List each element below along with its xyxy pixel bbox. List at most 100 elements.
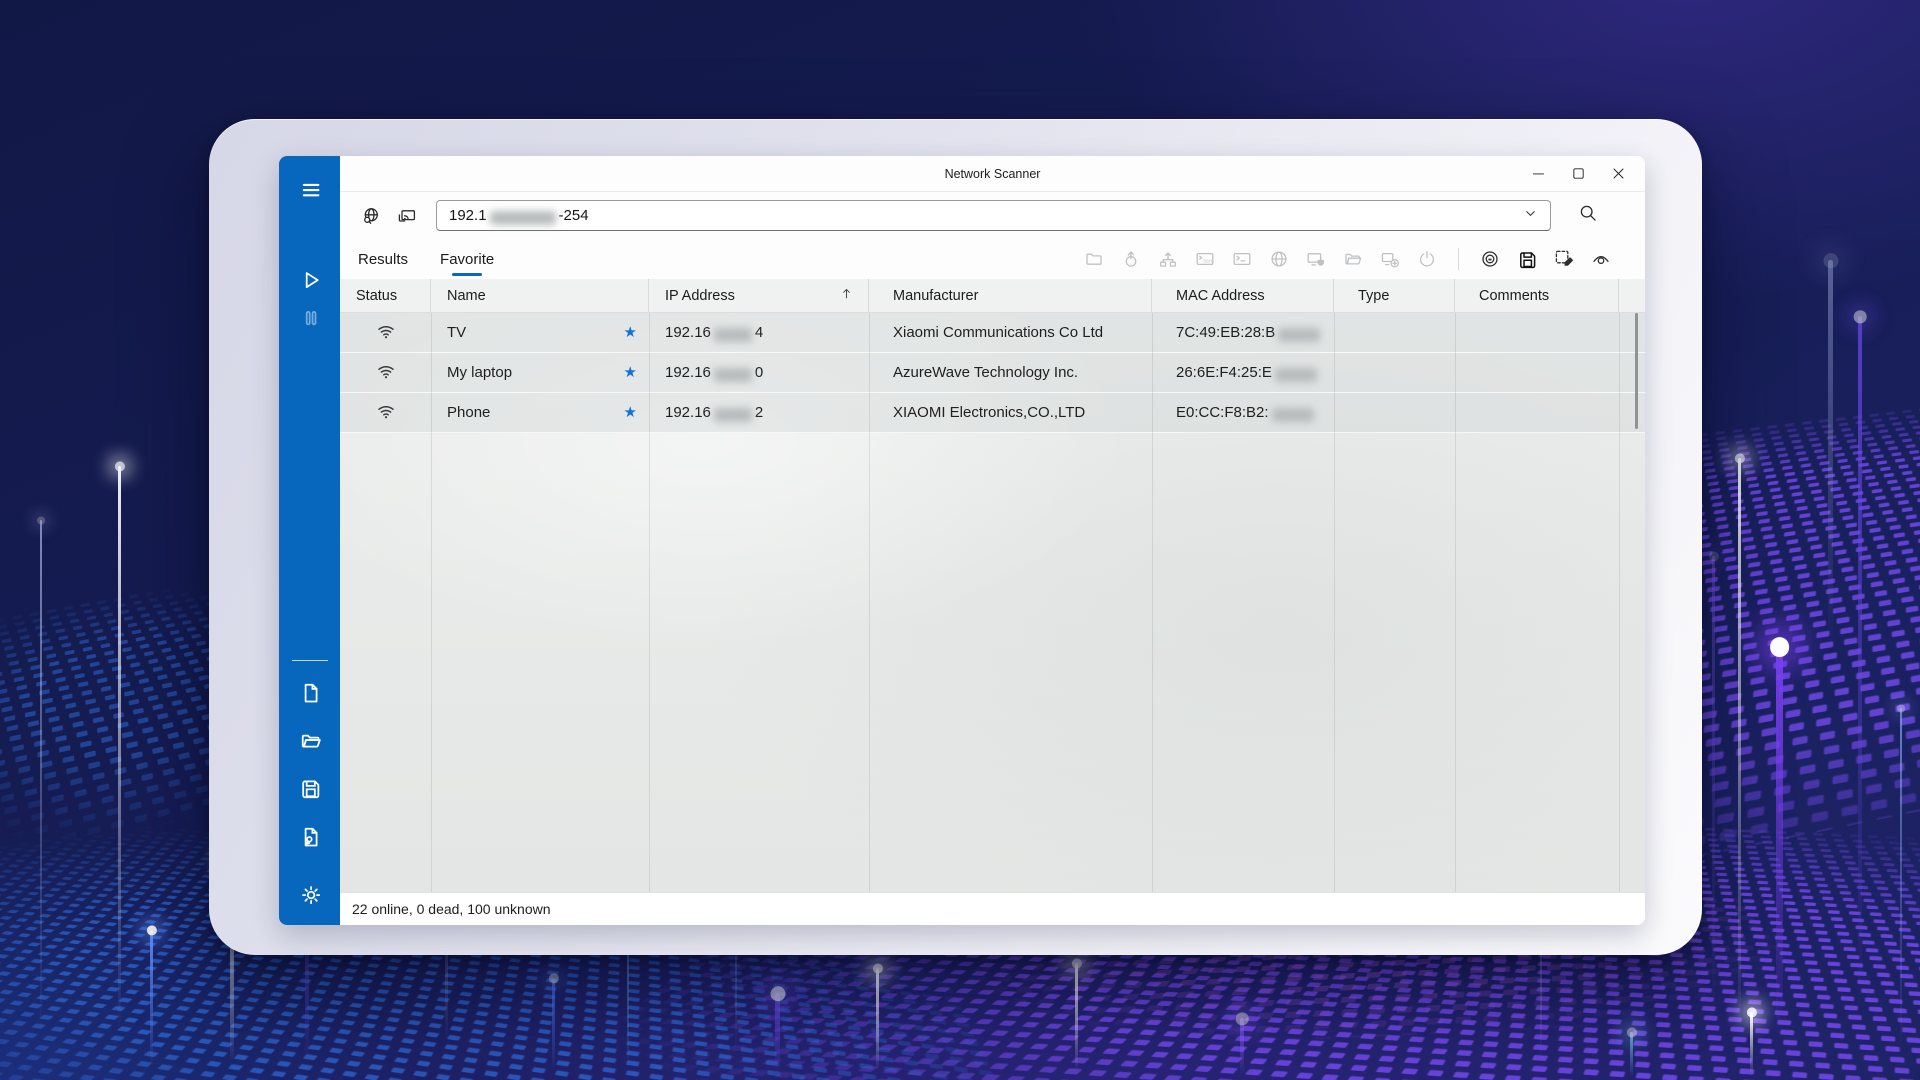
comments-cell: [1455, 353, 1619, 392]
sidebar-divider: [292, 660, 328, 661]
background-streak: [876, 968, 879, 1080]
export-file-icon[interactable]: [291, 817, 329, 855]
add-device-icon: [1380, 249, 1400, 269]
open-file-icon[interactable]: [291, 721, 329, 759]
status-cell: [340, 313, 431, 352]
tabs-row: Results Favorite SSH: [340, 239, 1645, 279]
redacted-ip-segment: [490, 211, 556, 225]
detect-ip-globe-icon[interactable]: [356, 201, 386, 231]
redacted-mac-segment: [1275, 368, 1317, 382]
manufacturer-cell: XIAOMI Electronics,CO.,LTD: [869, 393, 1152, 432]
vertical-scrollbar[interactable]: [1635, 313, 1638, 429]
background-streak: [1630, 1032, 1633, 1080]
minimize-button[interactable]: [1521, 160, 1555, 188]
column-header-type[interactable]: Type: [1334, 279, 1455, 312]
shared-folders-icon: [1343, 249, 1363, 269]
status-cell: [340, 353, 431, 392]
background-streak: [118, 466, 121, 1080]
background-streak: [1075, 963, 1078, 1080]
name-cell: My laptop ★: [431, 353, 649, 392]
manufacturer-cell: Xiaomi Communications Co Ltd: [869, 313, 1152, 352]
favorite-star-icon[interactable]: ★: [624, 325, 637, 340]
menu-icon[interactable]: [291, 170, 329, 208]
background-streak: [552, 978, 555, 1080]
filler-cell: [1619, 393, 1645, 432]
sidebar: [279, 156, 340, 925]
settings-icon[interactable]: [291, 875, 329, 913]
sort-ascending-icon: [839, 286, 854, 305]
table-row[interactable]: My laptop ★ 192.160 AzureWave Technology…: [340, 353, 1645, 393]
ip-cell: 192.162: [649, 393, 869, 432]
svg-text:SSH: SSH: [1203, 258, 1212, 263]
new-file-icon[interactable]: [291, 673, 329, 711]
redacted-ip-segment: [714, 408, 752, 422]
redacted-ip-segment: [714, 368, 752, 382]
clear-results-icon[interactable]: [1554, 249, 1574, 269]
web-upload-icon: [1121, 249, 1141, 269]
ip-range-input[interactable]: 192.1-254: [436, 200, 1551, 231]
favorite-star-icon[interactable]: ★: [624, 405, 637, 420]
save-file-icon[interactable]: [291, 769, 329, 807]
tab-results[interactable]: Results: [354, 239, 412, 279]
mac-cell: 26:6E:F4:25:E: [1152, 353, 1334, 392]
column-header-mac[interactable]: MAC Address: [1152, 279, 1334, 312]
ip-cell: 192.164: [649, 313, 869, 352]
background-streak: [1900, 708, 1902, 1080]
device-name: TV: [447, 324, 466, 341]
comments-cell: [1455, 393, 1619, 432]
preview-icon[interactable]: [1591, 249, 1611, 269]
column-header-ip[interactable]: IP Address: [649, 279, 869, 312]
main-area: Network Scanner 192.1-254: [340, 156, 1645, 925]
column-header-manufacturer[interactable]: Manufacturer: [869, 279, 1152, 312]
background-streak: [1750, 1012, 1753, 1080]
web-icon: [1269, 249, 1289, 269]
filler-cell: [1619, 313, 1645, 352]
terminal-icon: [1232, 249, 1252, 269]
ip-range-prefix: 192.1: [449, 207, 487, 224]
redacted-mac-segment: [1278, 328, 1320, 342]
wifi-status-icon: [376, 401, 396, 425]
favorite-star-icon[interactable]: ★: [624, 365, 637, 380]
background-streak: [1738, 458, 1741, 1080]
background-streak: [1712, 556, 1715, 1080]
tab-favorite[interactable]: Favorite: [436, 239, 498, 279]
manufacturer-cell: AzureWave Technology Inc.: [869, 353, 1152, 392]
background-streak: [1858, 316, 1862, 1080]
desktop-background: Network Scanner 192.1-254: [0, 0, 1920, 1080]
search-icon: [1578, 203, 1598, 228]
table-row[interactable]: TV ★ 192.164 Xiaomi Communications Co Lt…: [340, 313, 1645, 353]
scan-toolbar: 192.1-254: [340, 192, 1645, 239]
background-streak: [40, 520, 42, 1080]
type-cell: [1334, 313, 1455, 352]
maximize-button[interactable]: [1561, 160, 1595, 188]
name-cell: TV ★: [431, 313, 649, 352]
device-name: My laptop: [447, 364, 512, 381]
type-cell: [1334, 393, 1455, 432]
column-header-comments[interactable]: Comments: [1455, 279, 1619, 312]
column-header-status[interactable]: Status: [340, 279, 431, 312]
close-button[interactable]: [1601, 160, 1635, 188]
status-cell: [340, 393, 431, 432]
scan-summary-text: 22 online, 0 dead, 100 unknown: [352, 901, 551, 917]
play-icon[interactable]: [291, 260, 329, 298]
open-folder-icon: [1084, 249, 1104, 269]
column-header-filler: [1619, 279, 1645, 312]
remote-scan-icon[interactable]: [392, 201, 422, 231]
redacted-ip-segment: [714, 328, 752, 342]
chevron-down-icon: [1523, 206, 1538, 225]
background-streak: [1776, 646, 1783, 1080]
spiral-icon[interactable]: [1480, 249, 1500, 269]
type-cell: [1334, 353, 1455, 392]
shutdown-icon: [1417, 249, 1437, 269]
ip-history-dropdown[interactable]: [1514, 203, 1546, 228]
save-icon[interactable]: [1517, 249, 1537, 269]
background-streak: [1828, 260, 1833, 680]
start-scan-search-button[interactable]: [1573, 201, 1603, 231]
action-icon-strip: SSH: [1084, 248, 1611, 270]
table-row[interactable]: Phone ★ 192.162 XIAOMI Electronics,CO.,L…: [340, 393, 1645, 433]
column-header-name[interactable]: Name: [431, 279, 649, 312]
mac-cell: 7C:49:EB:28:B: [1152, 313, 1334, 352]
background-streak: [775, 993, 780, 1080]
device-name: Phone: [447, 404, 490, 421]
window-controls: [1521, 160, 1645, 188]
